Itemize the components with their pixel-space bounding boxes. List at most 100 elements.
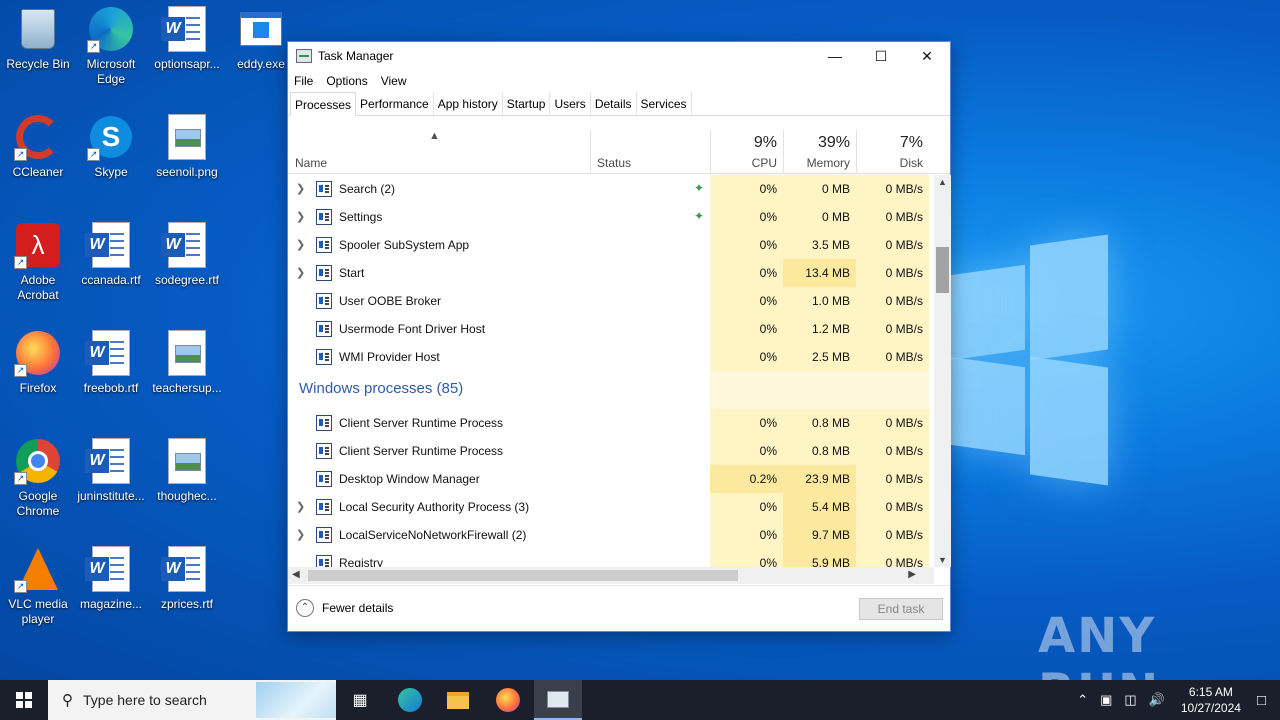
column-cpu[interactable]: 9% CPU [710, 130, 783, 174]
desktop-icon[interactable]: ↗ Google Chrome [0, 437, 76, 519]
show-hidden-icons-icon[interactable]: ⌃ [1077, 692, 1088, 708]
vertical-scrollbar[interactable]: ▲ ▼ [934, 175, 951, 567]
volume-icon[interactable]: 🔊 [1149, 692, 1165, 708]
vertical-scroll-thumb[interactable] [936, 247, 949, 293]
desktop-icon[interactable]: thoughec... [149, 437, 225, 504]
network-icon[interactable]: ▣ [1100, 692, 1112, 708]
chevron-up-icon: ⌃ [296, 599, 314, 617]
firefox-taskbar-icon[interactable] [484, 680, 532, 720]
start-app-icon [316, 265, 332, 281]
column-memory[interactable]: 39% Memory [783, 130, 856, 174]
memory-cell: 0.8 MB [783, 437, 856, 465]
end-task-button[interactable]: End task [859, 598, 943, 620]
cpu-cell: 0.2% [710, 465, 783, 493]
memory-cell: 5.4 MB [783, 493, 856, 521]
process-row[interactable]: Registry 0% 5.9 MB 0 MB/s [288, 549, 932, 567]
chevron-right-icon[interactable]: ❯ [296, 182, 305, 195]
scroll-left-icon[interactable]: ◀ [292, 569, 300, 580]
column-name[interactable]: Name [288, 130, 590, 174]
menu-file[interactable]: File [294, 74, 313, 88]
tab-app-history[interactable]: App history [434, 92, 503, 116]
process-name: Search (2) [339, 182, 396, 196]
tab-processes[interactable]: Processes [290, 92, 357, 116]
chevron-right-icon[interactable]: ❯ [296, 528, 305, 541]
column-status[interactable]: Status [590, 130, 710, 174]
desktop-icon[interactable]: Woptionsapr... [149, 5, 225, 72]
task-view-icon[interactable]: ▦ [336, 680, 384, 720]
process-row[interactable]: ❯ Spooler SubSystem App 0% 3.5 MB 0 MB/s [288, 231, 932, 259]
chevron-right-icon[interactable]: ❯ [296, 238, 305, 251]
title-bar[interactable]: Task Manager — ☐ ✕ [288, 42, 950, 70]
process-row[interactable]: ❯ Search (2) ✦ 0% 0 MB 0 MB/s [288, 175, 932, 203]
disk-cell: 0 MB/s [856, 287, 929, 315]
cpu-cell: 0% [710, 521, 783, 549]
desktop-icon[interactable]: Wfreebob.rtf [73, 329, 149, 396]
fewer-details-button[interactable]: ⌃ Fewer details [296, 599, 393, 617]
tab-users[interactable]: Users [550, 92, 591, 116]
chevron-right-icon[interactable]: ❯ [296, 210, 305, 223]
window-title: Task Manager [318, 49, 394, 63]
minimize-button[interactable]: — [812, 42, 858, 70]
desktop-icon[interactable]: teachersup... [149, 329, 225, 396]
start-button[interactable] [0, 680, 48, 720]
desktop-icon-label: ccanada.rtf [81, 273, 141, 287]
taskbar-search-box[interactable]: ⚲ Type here to search [48, 680, 336, 720]
close-button[interactable]: ✕ [904, 42, 950, 70]
horizontal-scrollbar[interactable]: ◀ ▶ [288, 567, 934, 584]
taskbar: ⚲ Type here to search ▦ ⌃ ▣ ◫ 🔊 6:15 AM … [0, 680, 1280, 720]
clock[interactable]: 6:15 AM 10/27/2024 [1181, 684, 1241, 716]
desktop-icon[interactable]: Wjuninstitute... [73, 437, 149, 504]
desktop-icon[interactable]: Wccanada.rtf [73, 221, 149, 288]
column-disk[interactable]: 7% Disk [856, 130, 929, 174]
desktop-icon[interactable]: S ↗ Skype [73, 113, 149, 180]
tab-services[interactable]: Services [637, 92, 692, 116]
display-icon[interactable]: ◫ [1124, 692, 1136, 708]
tab-details[interactable]: Details [591, 92, 637, 116]
column-status-label: Status [597, 156, 632, 170]
desktop-icon[interactable]: Recycle Bin [0, 5, 76, 72]
settings-gear-icon [316, 209, 332, 225]
file-explorer-icon[interactable] [434, 680, 482, 720]
scroll-right-icon[interactable]: ▶ [908, 569, 916, 580]
menu-view[interactable]: View [381, 74, 407, 88]
desktop-icon[interactable]: λ ↗ Adobe Acrobat [0, 221, 76, 303]
tab-performance[interactable]: Performance [356, 92, 434, 116]
chevron-right-icon[interactable]: ❯ [296, 500, 305, 513]
process-row[interactable]: User OOBE Broker 0% 1.0 MB 0 MB/s [288, 287, 932, 315]
notifications-icon[interactable]: □ [1257, 692, 1266, 709]
desktop-icon[interactable]: Wmagazine... [73, 545, 149, 612]
scroll-up-icon[interactable]: ▲ [938, 177, 947, 187]
memory-cell: 2.5 MB [783, 343, 856, 371]
disk-cell: 0 MB/s [856, 465, 929, 493]
task-manager-icon [296, 49, 312, 63]
cpu-cell: 0% [710, 343, 783, 371]
process-row[interactable]: WMI Provider Host 0% 2.5 MB 0 MB/s [288, 343, 932, 371]
process-row[interactable]: ❯ LocalServiceNoNetworkFirewall (2) 0% 9.7 … [288, 521, 932, 549]
process-row[interactable]: Desktop Window Manager 0.2% 23.9 MB 0 MB/s [288, 465, 932, 493]
tab-startup[interactable]: Startup [503, 92, 551, 116]
desktop-icon[interactable]: Wsodegree.rtf [149, 221, 225, 288]
desktop-icon[interactable]: Wzprices.rtf [149, 545, 225, 612]
desktop-icon[interactable]: ↗ Firefox [0, 329, 76, 396]
desktop-icon[interactable]: ↗ Microsoft Edge [73, 5, 149, 87]
process-row[interactable]: ❯ Settings ✦ 0% 0 MB 0 MB/s [288, 203, 932, 231]
group-cpu-cell [710, 371, 783, 409]
edge-taskbar-icon[interactable] [386, 680, 434, 720]
task-manager-taskbar-icon[interactable] [534, 680, 582, 720]
desktop-icon[interactable]: ↗ CCleaner [0, 113, 76, 180]
process-row[interactable]: ❯ Local Security Authority Process (3) 0% 5… [288, 493, 932, 521]
process-row[interactable]: Client Server Runtime Process 0% 0.8 MB 0 M… [288, 437, 932, 465]
png-file-icon [163, 113, 211, 161]
desktop-icon[interactable]: seenoil.png [149, 113, 225, 180]
desktop-icon-label: seenoil.png [156, 165, 218, 179]
png-file-icon [163, 437, 211, 485]
desktop-icon[interactable]: ↗ VLC media player [0, 545, 76, 627]
horizontal-scroll-thumb[interactable] [308, 570, 738, 581]
chevron-right-icon[interactable]: ❯ [296, 266, 305, 279]
menu-options[interactable]: Options [326, 74, 367, 88]
scroll-down-icon[interactable]: ▼ [938, 555, 947, 565]
process-row[interactable]: Usermode Font Driver Host 0% 1.2 MB 0 MB/s [288, 315, 932, 343]
process-row[interactable]: Client Server Runtime Process 0% 0.8 MB 0 M… [288, 409, 932, 437]
process-row[interactable]: ❯ Start 0% 13.4 MB 0 MB/s [288, 259, 932, 287]
maximize-button[interactable]: ☐ [858, 42, 904, 70]
